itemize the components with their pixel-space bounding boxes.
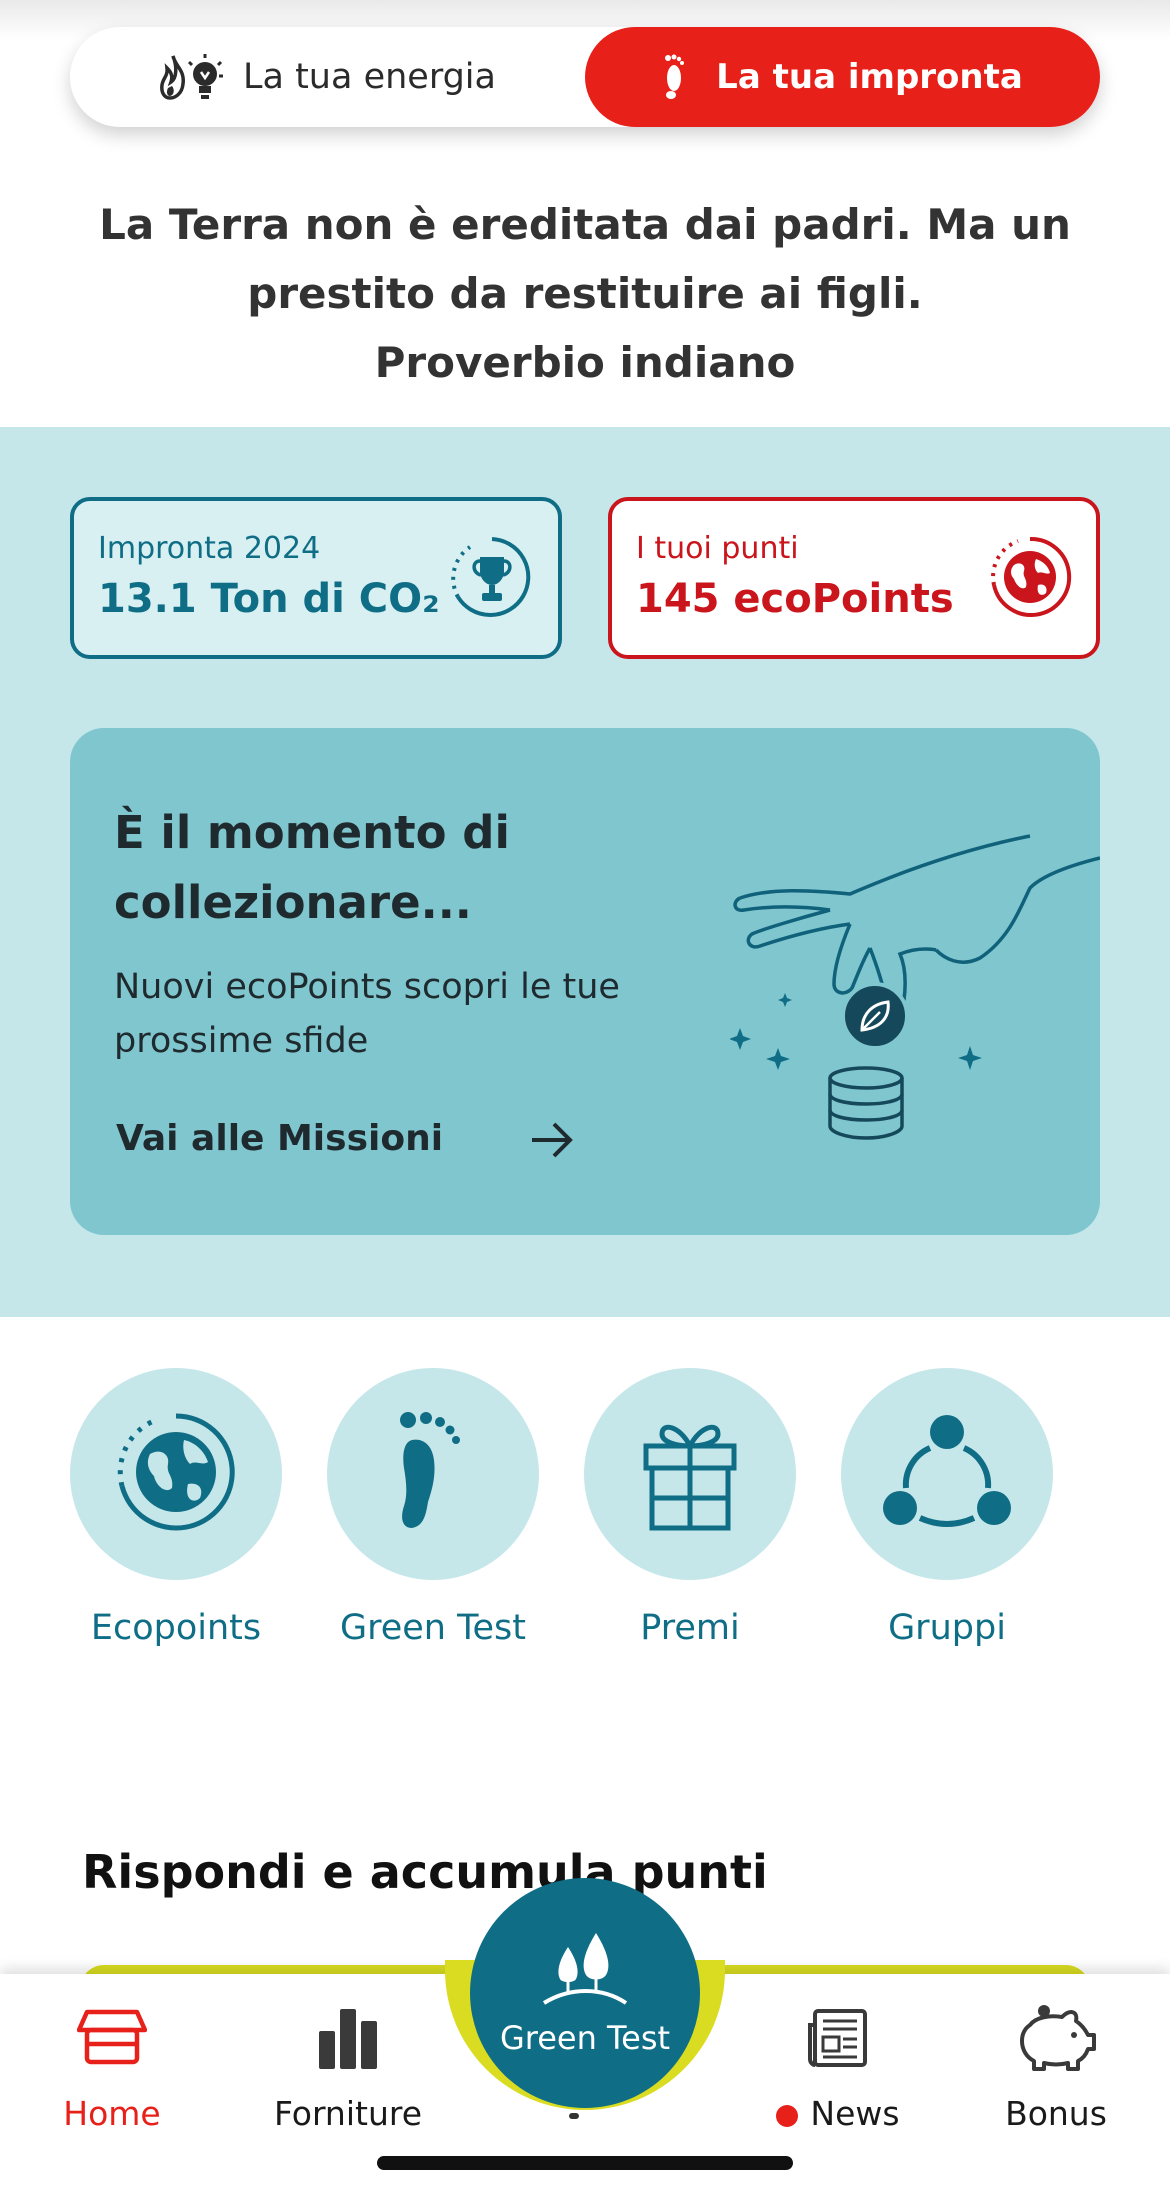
footprint-stat-card[interactable]: Impronta 2024 13.1 Ton di CO₂ (70, 497, 562, 659)
group-icon (882, 1412, 1012, 1536)
nav-home[interactable]: Home (12, 1998, 212, 2133)
fab-indicator (569, 2113, 579, 2119)
quick-link-gruppi[interactable]: Gruppi (841, 1368, 1053, 1648)
energy-footprint-switch: La tua energia La tua impronta (70, 27, 1100, 127)
hand-coin-illustration (729, 778, 1101, 1202)
green-test-fab[interactable]: Green Test (470, 1878, 700, 2108)
quick-link-label: Premi (640, 1608, 740, 1648)
nav-bonus[interactable]: Bonus (956, 1998, 1156, 2133)
footprint-icon (662, 54, 686, 100)
trophy-icon (450, 535, 534, 623)
nav-forniture-label: Forniture (273, 2094, 423, 2133)
nav-bonus-label: Bonus (1005, 2094, 1107, 2133)
tab-footprint-label: La tua impronta (716, 57, 1023, 97)
globe-icon (988, 535, 1072, 623)
quote-author: Proverbio indiano (374, 338, 796, 387)
quick-link-premi[interactable]: Premi (584, 1368, 796, 1648)
nav-news[interactable]: News (738, 1998, 938, 2133)
nav-home-label: Home (63, 2094, 161, 2133)
news-unread-dot (776, 2104, 799, 2127)
quick-link-ecopoints[interactable]: Ecopoints (70, 1368, 282, 1648)
promo-title: È il momento di collezionare... (114, 806, 510, 929)
globe-icon (114, 1410, 238, 1538)
arrow-right-icon (530, 1120, 574, 1164)
quick-link-green-test[interactable]: Green Test (327, 1368, 539, 1648)
nav-forniture[interactable]: Forniture (248, 1998, 448, 2133)
quick-link-circle (70, 1368, 282, 1580)
piggy-bank-icon (1016, 2003, 1096, 2077)
flame-bulb-icon (159, 52, 225, 102)
quote: La Terra non è ereditata dai padri. Ma u… (60, 190, 1110, 397)
fab-label: Green Test (499, 2019, 671, 2057)
home-icon (76, 2008, 148, 2072)
quote-line: La Terra non è ereditata dai padri. Ma u… (99, 200, 1071, 249)
section-title: Rispondi e accumula punti (82, 1845, 768, 1899)
quote-line: prestito da restituire ai figli. (247, 269, 923, 318)
gift-icon (640, 1412, 740, 1536)
trees-icon (540, 1929, 630, 2013)
footprint-icon (398, 1410, 468, 1538)
quick-link-label: Ecopoints (90, 1608, 262, 1648)
newspaper-icon (807, 2007, 869, 2073)
tab-energy-label: La tua energia (243, 57, 496, 97)
bar-chart-icon (317, 2007, 379, 2073)
missions-link[interactable]: Vai alle Missioni (116, 1118, 443, 1159)
promo-subtitle: Nuovi ecoPoints scopri le tue prossime s… (114, 967, 620, 1061)
quick-link-label: Gruppi (888, 1608, 1006, 1648)
quick-link-circle (841, 1368, 1053, 1580)
quick-link-label: Green Test (339, 1608, 527, 1648)
missions-promo-card[interactable]: È il momento di collezionare... Nuovi ec… (70, 728, 1101, 1235)
quick-link-circle (584, 1368, 796, 1580)
nav-news-label: News (810, 2094, 900, 2133)
tab-footprint[interactable]: La tua impronta (585, 27, 1100, 127)
quick-link-circle (327, 1368, 539, 1580)
tab-energy[interactable]: La tua energia (70, 27, 585, 127)
home-indicator (377, 2156, 793, 2170)
ecopoints-stat-card[interactable]: I tuoi punti 145 ecoPoints (608, 497, 1100, 659)
